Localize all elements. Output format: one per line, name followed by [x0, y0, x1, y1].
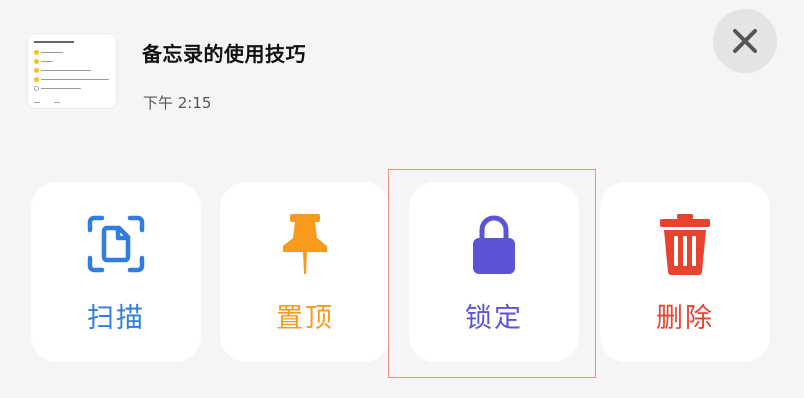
lock-label: 锁定 [465, 303, 523, 334]
note-action-sheet: 备忘录的使用技巧 下午 2:15 扫描 置顶 锁定 删除 [0, 0, 804, 398]
lock-icon [462, 212, 526, 276]
delete-button[interactable]: 删除 [600, 182, 770, 362]
scan-label: 扫描 [87, 303, 145, 334]
note-title: 备忘录的使用技巧 [142, 42, 306, 66]
note-thumbnail[interactable] [28, 34, 116, 108]
thumbnail-footer [54, 101, 60, 103]
scan-document-icon [84, 212, 148, 276]
scan-button[interactable]: 扫描 [31, 182, 201, 362]
thumbnail-footer [34, 101, 40, 103]
note-time: 下午 2:15 [143, 94, 212, 112]
close-button[interactable] [713, 9, 777, 73]
thumbnail-line [34, 59, 53, 64]
pin-button[interactable]: 置顶 [220, 182, 390, 362]
thumbnail-line [34, 86, 81, 91]
pin-icon [273, 212, 337, 276]
pin-label: 置顶 [276, 303, 334, 334]
thumbnail-line [34, 50, 63, 55]
thumbnail-line [34, 68, 91, 73]
thumbnail-text [34, 39, 74, 43]
thumbnail-line [34, 77, 109, 82]
trash-icon [653, 212, 717, 276]
close-icon [733, 29, 757, 53]
lock-button[interactable]: 锁定 [409, 182, 579, 362]
delete-label: 删除 [656, 303, 714, 334]
